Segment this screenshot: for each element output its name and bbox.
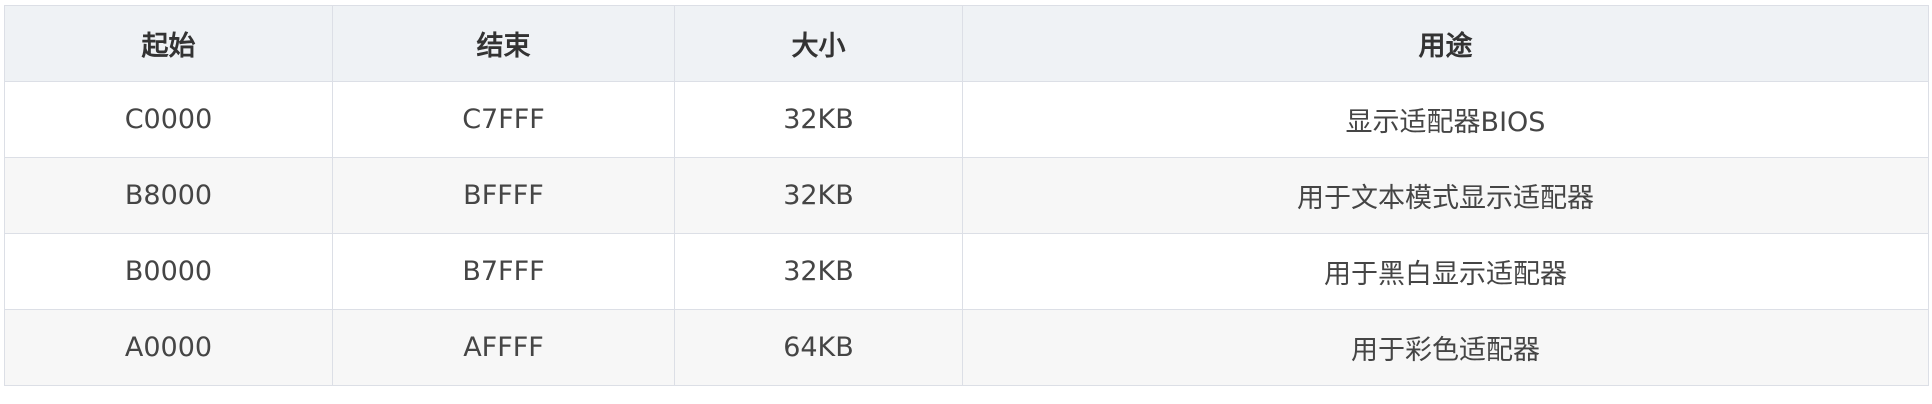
header-end: 结束 xyxy=(332,5,675,82)
cell-start: B0000 xyxy=(4,233,333,310)
cell-start: A0000 xyxy=(4,309,333,386)
header-size: 大小 xyxy=(674,5,963,82)
table-row: C0000 C7FFF 32KB 显示适配器BIOS xyxy=(4,81,1929,158)
header-purpose: 用途 xyxy=(962,5,1929,82)
cell-start: B8000 xyxy=(4,157,333,234)
table-row: B8000 BFFFF 32KB 用于文本模式显示适配器 xyxy=(4,157,1929,234)
cell-size: 32KB xyxy=(674,157,963,234)
cell-start: C0000 xyxy=(4,81,333,158)
cell-purpose: 用于文本模式显示适配器 xyxy=(962,157,1929,234)
cell-size: 32KB xyxy=(674,81,963,158)
memory-map-table: 起始 结束 大小 用途 C0000 C7FFF 32KB 显示适配器BIOS B… xyxy=(4,5,1929,386)
cell-end: B7FFF xyxy=(332,233,675,310)
cell-end: AFFFF xyxy=(332,309,675,386)
cell-end: BFFFF xyxy=(332,157,675,234)
table-header-row: 起始 结束 大小 用途 xyxy=(4,5,1929,82)
header-start: 起始 xyxy=(4,5,333,82)
memory-map-table-container: 起始 结束 大小 用途 C0000 C7FFF 32KB 显示适配器BIOS B… xyxy=(4,5,1929,386)
cell-end: C7FFF xyxy=(332,81,675,158)
cell-purpose: 用于黑白显示适配器 xyxy=(962,233,1929,310)
cell-size: 32KB xyxy=(674,233,963,310)
cell-purpose: 显示适配器BIOS xyxy=(962,81,1929,158)
table-row: A0000 AFFFF 64KB 用于彩色适配器 xyxy=(4,309,1929,386)
cell-purpose: 用于彩色适配器 xyxy=(962,309,1929,386)
cell-size: 64KB xyxy=(674,309,963,386)
table-row: B0000 B7FFF 32KB 用于黑白显示适配器 xyxy=(4,233,1929,310)
